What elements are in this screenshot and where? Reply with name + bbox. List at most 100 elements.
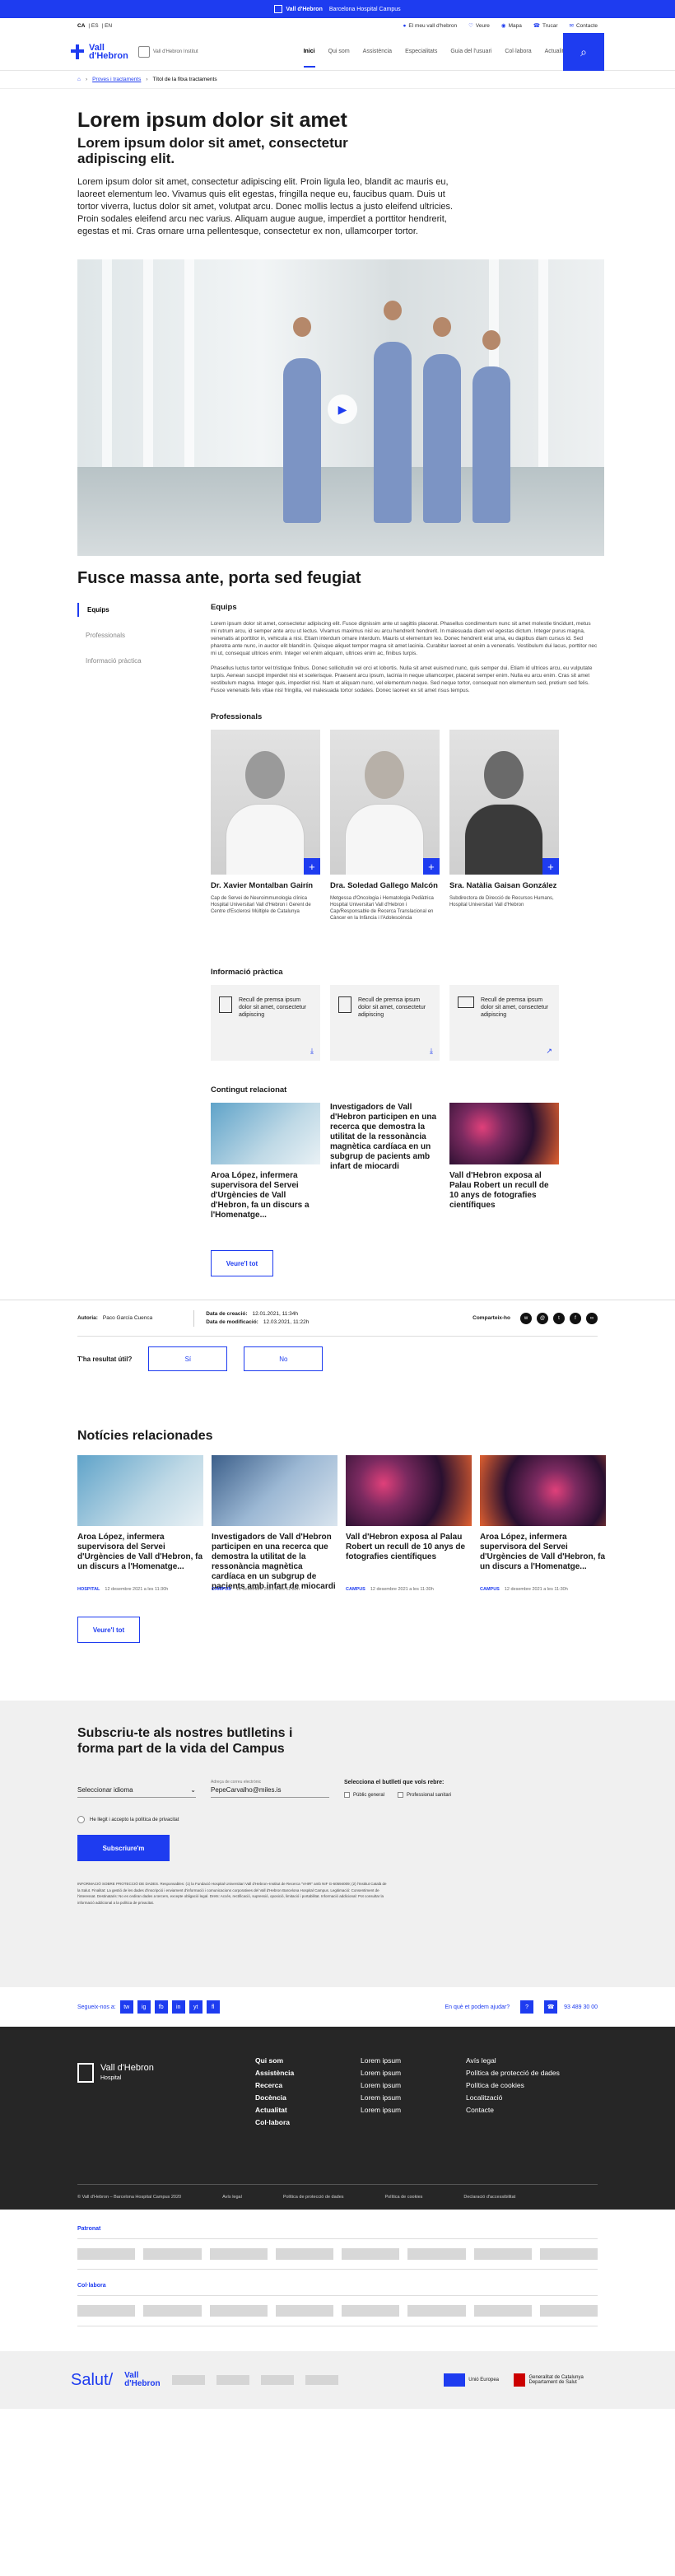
view-all-related-button[interactable]: Veure'l tot	[210, 1250, 273, 1276]
map-link[interactable]: ◉ Mapa	[501, 22, 522, 29]
phone-number[interactable]: 93 489 30 00	[564, 2004, 598, 2010]
footer-logo[interactable]: Vall d'Hebron Hospital	[77, 2063, 154, 2083]
news-card[interactable]: Aroa López, infermera supervisora del Se…	[77, 1455, 203, 1592]
partner-logo[interactable]	[305, 2375, 338, 2385]
view-all-news-button[interactable]: Veure'l tot	[77, 1617, 140, 1643]
footer-link[interactable]: Col·labora	[255, 2116, 361, 2129]
campus-logo[interactable]: Vall d'Hebron	[274, 5, 323, 13]
home-icon[interactable]: ⌂	[77, 77, 81, 82]
collaborator-logo[interactable]	[473, 2305, 532, 2317]
campus-topbar[interactable]: Vall d'Hebron Barcelona Hospital Campus	[0, 0, 675, 18]
partner-logo[interactable]	[275, 2248, 333, 2260]
lang-ca[interactable]: CA	[77, 23, 85, 29]
collaborator-logo[interactable]	[539, 2305, 598, 2317]
mail-icon[interactable]: @	[537, 1312, 548, 1324]
partner-logo[interactable]	[216, 2375, 249, 2385]
footer-link[interactable]: Avís legal	[466, 2055, 571, 2067]
search-button[interactable]: ⌕	[563, 33, 604, 71]
footer-link[interactable]: Lorem ipsum	[361, 2067, 466, 2079]
linkedin-icon[interactable]: in	[171, 2000, 185, 2014]
footer-link[interactable]: Política de cookies	[385, 2195, 423, 2200]
nav-collabora[interactable]: Col·labora	[505, 49, 531, 54]
plus-icon[interactable]: +	[542, 858, 559, 875]
partner-logo[interactable]	[143, 2248, 202, 2260]
footer-link[interactable]: Lorem ipsum	[361, 2092, 466, 2104]
footer-link[interactable]: Localització	[466, 2092, 571, 2104]
footer-link[interactable]: Avís legal	[222, 2195, 242, 2200]
nav-guia-usuari[interactable]: Guia del l'usuari	[450, 49, 491, 54]
partner-logo[interactable]	[539, 2248, 598, 2260]
footer-link[interactable]: Docència	[255, 2092, 361, 2104]
related-card[interactable]: Vall d'Hebron exposa al Palau Robert un …	[449, 1103, 559, 1220]
partner-logo[interactable]	[473, 2248, 532, 2260]
plus-icon[interactable]: +	[303, 858, 320, 875]
my-account-link[interactable]: ● El meu vall d'hebron	[403, 23, 457, 29]
phone-icon[interactable]: ☎	[544, 2000, 558, 2014]
section-nav-info[interactable]: Informació pràctica	[77, 654, 211, 668]
download-icon[interactable]: ⤓	[430, 1047, 433, 1056]
phone-link[interactable]: ☎ Trucar	[533, 22, 558, 29]
partner-logo[interactable]	[77, 2248, 136, 2260]
collaborator-logo[interactable]	[209, 2305, 268, 2317]
news-card[interactable]: Aroa López, infermera supervisora del Se…	[480, 1455, 606, 1592]
download-icon[interactable]: ⤓	[310, 1047, 314, 1056]
nav-inici[interactable]: Inici	[303, 49, 315, 68]
partner-logo[interactable]	[171, 2375, 205, 2385]
info-card[interactable]: Recull de premsa ipsum dolor sit amet, c…	[210, 985, 320, 1061]
footer-link[interactable]: Assistència	[255, 2067, 361, 2079]
partner-logo[interactable]	[260, 2375, 294, 2385]
whatsapp-icon[interactable]: w	[520, 1312, 532, 1324]
help-icon[interactable]: ?	[520, 2000, 534, 2014]
footer-link[interactable]: Lorem ipsum	[361, 2104, 466, 2116]
vall-hebron-logo[interactable]: Vall d'Hebron	[71, 43, 128, 60]
twitter-icon[interactable]: tw	[119, 2000, 133, 2014]
nav-assistencia[interactable]: Assistència	[363, 49, 392, 54]
partner-logo[interactable]	[342, 2248, 400, 2260]
generalitat-logo[interactable]: Generalitat de Catalunya Departament de …	[514, 2373, 604, 2387]
youtube-icon[interactable]: yt	[189, 2000, 202, 2014]
instagram-icon[interactable]: ig	[137, 2000, 151, 2014]
institute-logo[interactable]: Vall d'Hebron Institut	[137, 45, 198, 58]
nav-especialitats[interactable]: Especialitats	[405, 49, 437, 54]
privacy-checkbox[interactable]: He llegit i accepto la política de priva…	[77, 1816, 598, 1823]
news-tag[interactable]: CAMPUS	[212, 1587, 231, 1592]
subscribe-button[interactable]: Subscriure'm	[77, 1835, 170, 1861]
info-card[interactable]: Recull de premsa ipsum dolor sit amet, c…	[329, 985, 440, 1061]
feedback-no-button[interactable]: No	[244, 1346, 324, 1371]
option-professional-checkbox[interactable]: Professional sanitari	[397, 1792, 451, 1798]
related-card[interactable]: Aroa López, infermera supervisora del Se…	[210, 1103, 320, 1220]
section-nav-equips[interactable]: Equips	[77, 603, 211, 617]
feedback-yes-button[interactable]: Sí	[148, 1346, 228, 1371]
breadcrumb-parent[interactable]: Proves i tractaments	[92, 77, 141, 82]
language-select[interactable]: Seleccionar idioma ⌄	[77, 1786, 196, 1798]
footer-link[interactable]: Política de protecció de dades	[283, 2195, 344, 2200]
eu-logo[interactable]: Unió Europea	[444, 2373, 499, 2387]
section-nav-professionals[interactable]: Professionals	[77, 628, 211, 642]
plus-icon[interactable]: +	[422, 858, 440, 875]
footer-link[interactable]: Contacte	[466, 2104, 571, 2116]
facebook-icon[interactable]: fb	[154, 2000, 168, 2014]
facebook-icon[interactable]: f	[570, 1312, 581, 1324]
news-link[interactable]: ♡ Veure	[468, 22, 490, 29]
professional-card[interactable]: + Dra. Soledad Gallego Malcón Metgessa d…	[329, 730, 440, 922]
news-tag[interactable]: HOSPITAL	[77, 1587, 100, 1592]
footer-link[interactable]: Recerca	[255, 2079, 361, 2092]
professional-card[interactable]: + Dr. Xavier Montalban Gairín Cap de Ser…	[210, 730, 320, 922]
nav-qui-som[interactable]: Qui som	[328, 49, 350, 54]
salut-logo[interactable]: Salut/	[71, 2371, 113, 2390]
news-tag[interactable]: CAMPUS	[480, 1587, 500, 1592]
footer-link[interactable]: Qui som	[255, 2055, 361, 2067]
footer-link[interactable]: Lorem ipsum	[361, 2055, 466, 2067]
news-tag[interactable]: CAMPUS	[346, 1587, 365, 1592]
footer-link[interactable]: Política de cookies	[466, 2079, 571, 2092]
partner-logo[interactable]	[209, 2248, 268, 2260]
play-icon[interactable]: ▶	[328, 394, 357, 424]
collaborator-logo[interactable]	[342, 2305, 400, 2317]
collaborator-logo[interactable]	[275, 2305, 333, 2317]
contact-link[interactable]: ✉ Contacte	[570, 22, 598, 29]
email-input[interactable]: PepeCarvalho@miles.is	[211, 1786, 329, 1798]
professional-card[interactable]: + Sra. Natàlia Gaisan González Subdirect…	[449, 730, 559, 922]
vall-hebron-logo[interactable]: Vall d'Hebron	[124, 2372, 161, 2388]
link-icon[interactable]: ∞	[586, 1312, 598, 1324]
info-card[interactable]: Recull de premsa ipsum dolor sit amet, c…	[449, 985, 559, 1061]
